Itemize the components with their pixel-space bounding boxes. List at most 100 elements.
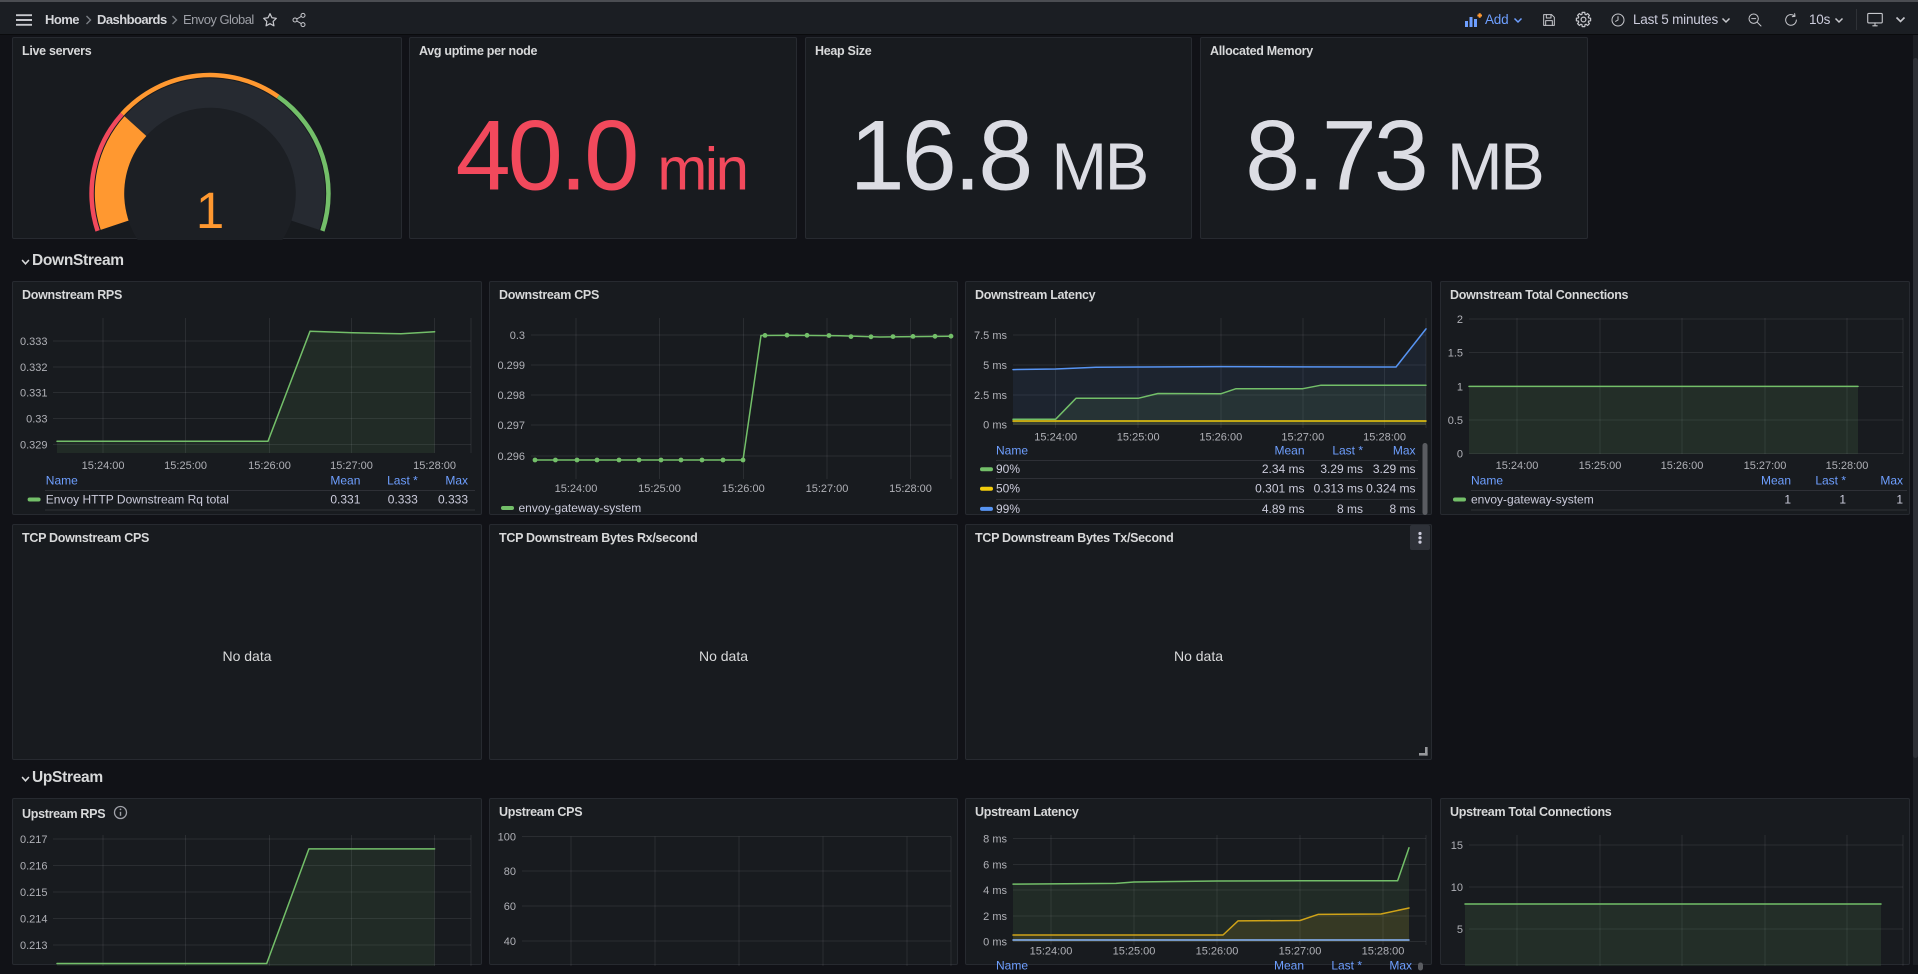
svg-text:15:24:00: 15:24:00 (1030, 946, 1073, 958)
svg-text:1: 1 (196, 182, 224, 239)
svg-text:15:26:00: 15:26:00 (1199, 432, 1242, 444)
svg-text:Last *: Last * (387, 474, 418, 488)
svg-text:0 ms: 0 ms (983, 420, 1007, 432)
svg-text:0.215: 0.215 (20, 887, 48, 899)
svg-text:0.331: 0.331 (330, 493, 360, 507)
svg-text:Envoy HTTP Downstream Rq total: Envoy HTTP Downstream Rq total (46, 493, 229, 507)
svg-text:15:26:00: 15:26:00 (1661, 460, 1704, 472)
svg-text:16.8: 16.8 (850, 100, 1031, 211)
svg-text:15:25:00: 15:25:00 (164, 460, 207, 472)
svg-text:0: 0 (1457, 449, 1463, 461)
svg-text:15: 15 (1451, 840, 1463, 852)
svg-text:2: 2 (1457, 314, 1463, 326)
svg-text:100: 100 (498, 832, 516, 844)
svg-text:5: 5 (1457, 924, 1463, 936)
svg-text:80: 80 (504, 866, 516, 878)
svg-text:0.333: 0.333 (438, 493, 468, 507)
svg-text:Mean: Mean (330, 474, 360, 488)
svg-text:1.5: 1.5 (1448, 348, 1463, 360)
svg-text:Mean: Mean (1761, 474, 1791, 488)
svg-text:0.331: 0.331 (20, 388, 48, 400)
svg-text:15:28:00: 15:28:00 (889, 483, 932, 495)
svg-text:0.333: 0.333 (388, 493, 418, 507)
svg-text:Name: Name (996, 444, 1028, 458)
svg-text:15:24:00: 15:24:00 (555, 483, 598, 495)
svg-text:Name: Name (996, 959, 1028, 973)
svg-text:0 ms: 0 ms (983, 937, 1007, 949)
svg-text:15:28:00: 15:28:00 (1363, 432, 1406, 444)
svg-text:15:28:00: 15:28:00 (413, 460, 456, 472)
svg-text:envoy-gateway-system: envoy-gateway-system (1471, 493, 1594, 507)
svg-text:3.29 ms: 3.29 ms (1373, 462, 1416, 476)
svg-text:Max: Max (1393, 444, 1416, 458)
svg-text:15:27:00: 15:27:00 (330, 460, 373, 472)
svg-text:15:25:00: 15:25:00 (638, 483, 681, 495)
svg-text:0.329: 0.329 (20, 440, 48, 452)
svg-text:10: 10 (1451, 882, 1463, 894)
svg-text:0.33: 0.33 (26, 413, 47, 425)
svg-text:0.332: 0.332 (20, 362, 48, 374)
svg-text:15:24:00: 15:24:00 (82, 460, 125, 472)
svg-text:15:26:00: 15:26:00 (722, 483, 765, 495)
svg-text:15:27:00: 15:27:00 (1281, 432, 1324, 444)
svg-text:40: 40 (504, 936, 516, 948)
svg-text:3.29 ms: 3.29 ms (1320, 462, 1363, 476)
svg-text:envoy-gateway-system: envoy-gateway-system (519, 501, 642, 515)
svg-text:8 ms: 8 ms (1337, 502, 1363, 516)
svg-text:0.217: 0.217 (20, 834, 48, 846)
svg-text:Max: Max (1389, 959, 1412, 973)
svg-text:15:24:00: 15:24:00 (1496, 460, 1539, 472)
svg-text:15:28:00: 15:28:00 (1826, 460, 1869, 472)
svg-text:0.333: 0.333 (20, 336, 48, 348)
svg-text:0.214: 0.214 (20, 914, 48, 926)
svg-text:2 ms: 2 ms (983, 911, 1007, 923)
svg-text:0.296: 0.296 (497, 451, 525, 463)
svg-text:min: min (657, 136, 746, 203)
svg-text:0.216: 0.216 (20, 861, 48, 873)
svg-text:Max: Max (1880, 474, 1903, 488)
svg-text:4 ms: 4 ms (983, 885, 1007, 897)
svg-text:15:28:00: 15:28:00 (1362, 946, 1405, 958)
svg-text:90%: 90% (996, 462, 1020, 476)
svg-text:0.299: 0.299 (497, 360, 525, 372)
svg-text:0.301 ms: 0.301 ms (1255, 482, 1304, 496)
svg-text:50%: 50% (996, 482, 1020, 496)
svg-text:Name: Name (1471, 474, 1503, 488)
svg-text:5 ms: 5 ms (983, 360, 1007, 372)
svg-text:8.73: 8.73 (1245, 100, 1426, 211)
svg-text:Last *: Last * (1815, 474, 1846, 488)
svg-text:0.213: 0.213 (20, 940, 48, 952)
svg-text:15:26:00: 15:26:00 (248, 460, 291, 472)
svg-text:Mean: Mean (1274, 959, 1304, 973)
svg-text:7.5 ms: 7.5 ms (974, 330, 1008, 342)
svg-text:2.34 ms: 2.34 ms (1262, 462, 1305, 476)
svg-text:15:27:00: 15:27:00 (1744, 460, 1787, 472)
svg-text:15:27:00: 15:27:00 (1279, 946, 1322, 958)
svg-text:8 ms: 8 ms (1389, 502, 1415, 516)
svg-text:0.298: 0.298 (497, 390, 525, 402)
svg-text:15:26:00: 15:26:00 (1196, 946, 1239, 958)
svg-text:1: 1 (1457, 381, 1463, 393)
svg-text:Last *: Last * (1332, 444, 1363, 458)
svg-text:1: 1 (1896, 493, 1903, 507)
svg-text:0.297: 0.297 (497, 420, 525, 432)
svg-text:0.5: 0.5 (1448, 415, 1463, 427)
svg-text:Max: Max (445, 474, 468, 488)
svg-text:15:25:00: 15:25:00 (1117, 432, 1160, 444)
svg-text:15:25:00: 15:25:00 (1113, 946, 1156, 958)
svg-text:0.3: 0.3 (510, 330, 525, 342)
svg-text:0.324 ms: 0.324 ms (1366, 482, 1415, 496)
svg-text:15:24:00: 15:24:00 (1034, 432, 1077, 444)
svg-text:40.0: 40.0 (456, 100, 637, 211)
svg-text:4.89 ms: 4.89 ms (1262, 502, 1305, 516)
svg-text:MB: MB (1051, 130, 1147, 205)
svg-text:Last *: Last * (1331, 959, 1362, 973)
svg-text:60: 60 (504, 901, 516, 913)
svg-text:Name: Name (46, 474, 78, 488)
svg-text:MB: MB (1447, 130, 1543, 205)
svg-text:1: 1 (1784, 493, 1791, 507)
svg-text:1: 1 (1839, 493, 1846, 507)
svg-text:2.5 ms: 2.5 ms (974, 390, 1008, 402)
svg-text:15:25:00: 15:25:00 (1579, 460, 1622, 472)
svg-text:15:27:00: 15:27:00 (806, 483, 849, 495)
